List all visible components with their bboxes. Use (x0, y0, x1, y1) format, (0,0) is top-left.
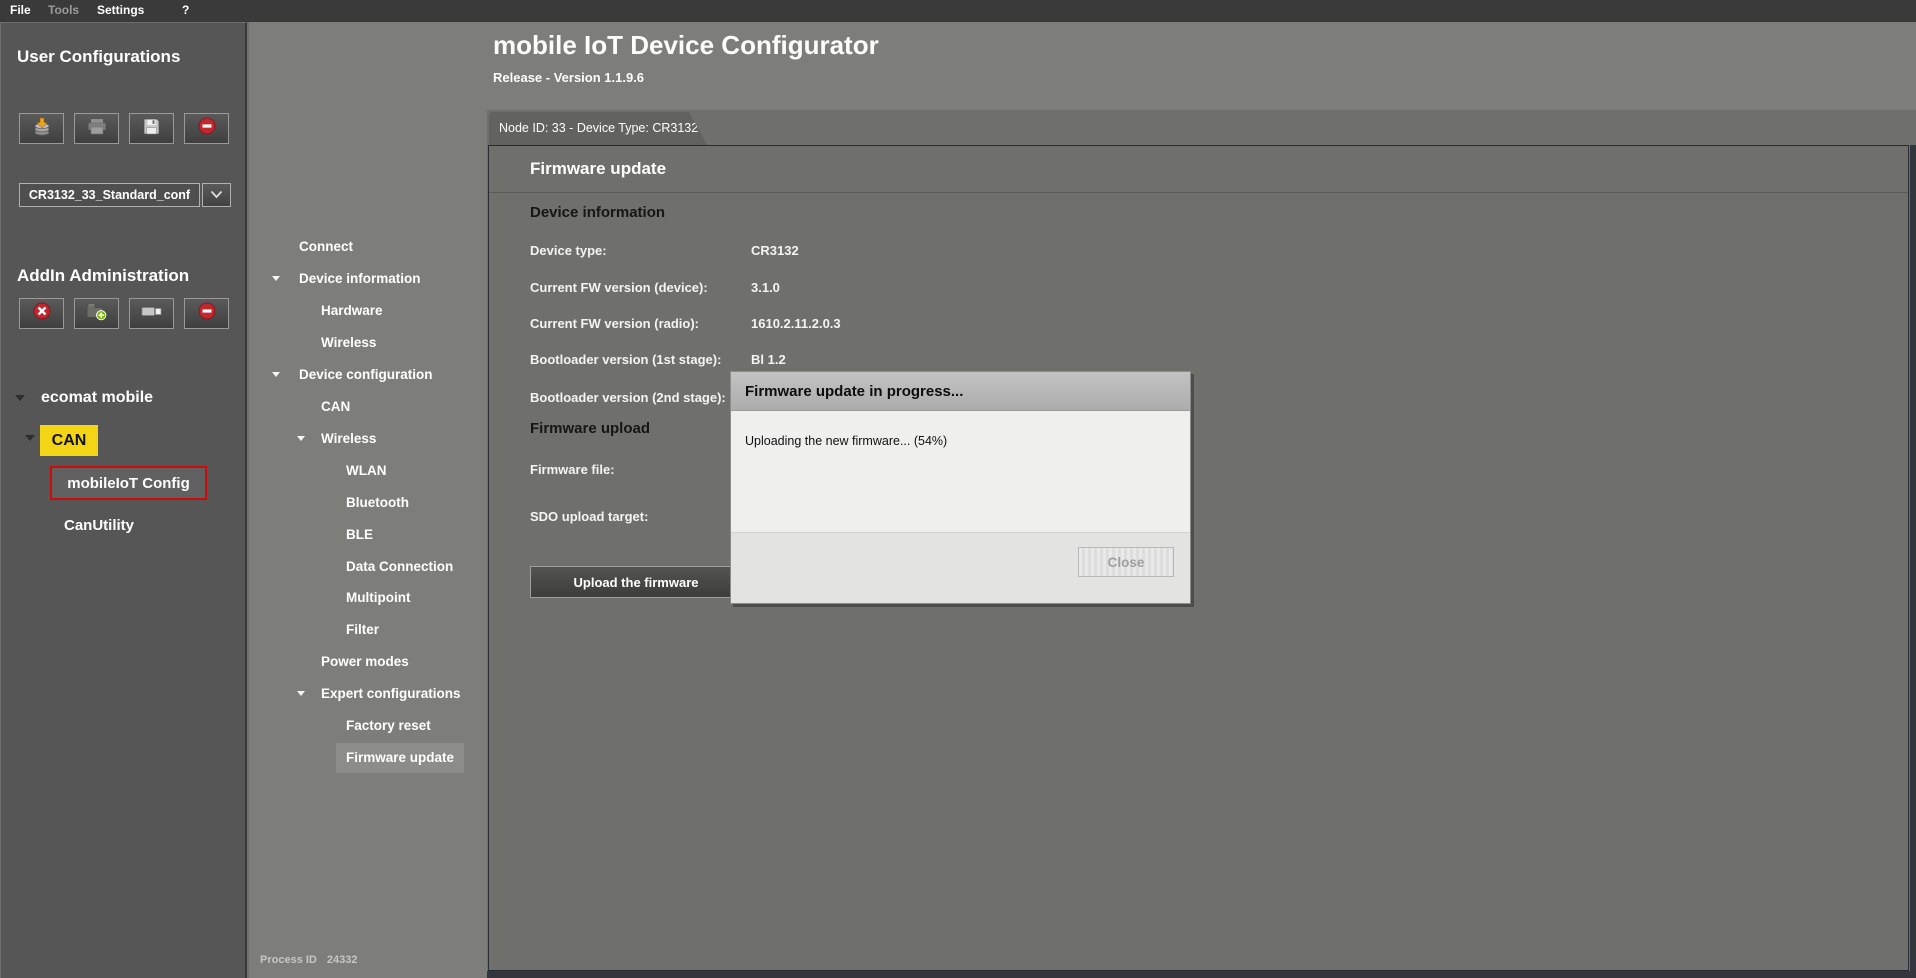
nav-item-connect[interactable]: Connect (299, 232, 353, 262)
navigation-panel: Connect Device information Hardware Wire… (249, 22, 487, 978)
main-header: mobile IoT Device Configurator Release -… (487, 22, 1916, 110)
nav-item-data-connection[interactable]: Data Connection (346, 552, 453, 582)
device-addin-button[interactable] (129, 298, 174, 329)
nav-item-ble[interactable]: BLE (346, 520, 373, 550)
upload-firmware-button[interactable]: Upload the firmware (530, 566, 742, 598)
window-edge-right (1910, 145, 1916, 978)
import-config-button[interactable] (19, 113, 64, 144)
print-config-button[interactable] (74, 113, 119, 144)
remove-config-button[interactable] (184, 113, 229, 144)
device-information-title: Device information (530, 204, 665, 221)
nav-item-factory-reset[interactable]: Factory reset (346, 711, 431, 741)
sidebar: User Configurations (0, 22, 247, 978)
user-configurations-title: User Configurations (17, 47, 180, 67)
process-id: Process ID 24332 (260, 954, 367, 966)
content-panel: Firmware update Device information Devic… (488, 145, 1909, 971)
chevron-down-icon (210, 186, 223, 204)
tree-item-ecomat-mobile[interactable]: ecomat mobile (41, 389, 153, 407)
fw-version-radio-value: 1610.2.11.2.0.3 (751, 316, 841, 331)
nav-item-filter[interactable]: Filter (346, 615, 379, 645)
tree-expander-ecomat-icon[interactable] (15, 395, 25, 401)
device-type-value: CR3132 (751, 243, 799, 258)
dialog-title: Firmware update in progress... (731, 372, 1190, 411)
bootloader-1st-label: Bootloader version (1st stage): (530, 352, 721, 367)
process-id-value: 24332 (327, 954, 358, 966)
nav-item-bluetooth[interactable]: Bluetooth (346, 488, 409, 518)
sdo-upload-target-label: SDO upload target: (530, 509, 648, 524)
nav-item-hardware[interactable]: Hardware (321, 296, 383, 326)
tab-node-device[interactable]: Node ID: 33 - Device Type: CR3132 (489, 112, 707, 145)
process-id-label: Process ID (260, 954, 317, 966)
print-config-icon (87, 118, 107, 140)
app-version: Release - Version 1.1.9.6 (493, 70, 644, 85)
nav-item-device-information[interactable]: Device information (299, 264, 421, 294)
dialog-footer: Close (731, 532, 1190, 603)
nav-item-multipoint[interactable]: Multipoint (346, 583, 410, 613)
add-addin-button[interactable] (74, 298, 119, 329)
nav-item-expert-configurations[interactable]: Expert configurations (321, 679, 461, 709)
fw-version-device-label: Current FW version (device): (530, 280, 708, 295)
bootloader-2nd-label: Bootloader version (2nd stage): (530, 390, 726, 405)
window-edge-bottom (487, 971, 1916, 978)
tree-item-can[interactable]: CAN (40, 425, 98, 456)
config-select-dropdown-button[interactable] (202, 183, 231, 207)
add-addin-icon (86, 302, 107, 326)
remove-addin-icon (198, 302, 216, 325)
nav-expander-expert-configurations-icon[interactable] (297, 691, 305, 696)
app-title: mobile IoT Device Configurator (493, 30, 879, 61)
menu-file[interactable]: File (10, 3, 31, 17)
import-config-icon (32, 117, 52, 141)
tree-item-canutility[interactable]: CanUtility (64, 517, 134, 534)
menu-help[interactable]: ? (182, 3, 189, 17)
bootloader-1st-value: Bl 1.2 (751, 352, 786, 367)
tree-item-mobileiot-config[interactable]: mobileIoT Config (50, 466, 207, 500)
menu-tools[interactable]: Tools (48, 3, 79, 17)
nav-item-power-modes[interactable]: Power modes (321, 647, 409, 677)
fw-version-radio-label: Current FW version (radio): (530, 316, 699, 331)
content-heading-band: Firmware update (489, 146, 1908, 193)
config-select[interactable]: CR3132_33_Standard_conf (19, 183, 200, 207)
firmware-upload-title: Firmware upload (530, 420, 650, 437)
page-title: Firmware update (530, 159, 666, 179)
device-addin-icon (141, 305, 162, 323)
nav-item-firmware-update[interactable]: Firmware update (336, 743, 464, 773)
nav-expander-wireless-icon[interactable] (297, 436, 305, 441)
delete-addin-icon (33, 302, 51, 325)
addin-administration-title: AddIn Administration (17, 266, 189, 286)
nav-item-can[interactable]: CAN (321, 392, 350, 422)
firmware-file-label: Firmware file: (530, 462, 615, 477)
nav-item-wireless-info[interactable]: Wireless (321, 328, 376, 358)
tree-expander-can-icon[interactable] (25, 435, 35, 441)
remove-addin-button[interactable] (184, 298, 229, 329)
tab-strip: Node ID: 33 - Device Type: CR3132 (487, 110, 1916, 145)
nav-item-wlan[interactable]: WLAN (346, 456, 387, 486)
nav-item-device-configuration[interactable]: Device configuration (299, 360, 433, 390)
save-config-icon (143, 118, 160, 140)
fw-version-device-value: 3.1.0 (751, 280, 780, 295)
nav-expander-device-information-icon[interactable] (272, 276, 280, 281)
close-button[interactable]: Close (1078, 547, 1174, 577)
nav-item-wireless-config[interactable]: Wireless (321, 424, 376, 454)
nav-expander-device-configuration-icon[interactable] (272, 372, 280, 377)
menu-settings[interactable]: Settings (97, 3, 144, 17)
remove-config-icon (198, 117, 216, 140)
dialog-progress-message: Uploading the new firmware... (54%) (745, 434, 947, 448)
firmware-progress-dialog: Firmware update in progress... Uploading… (730, 371, 1191, 604)
menu-bar: File Tools Settings ? (0, 0, 1916, 22)
delete-addin-button[interactable] (19, 298, 64, 329)
device-type-label: Device type: (530, 243, 607, 258)
save-config-button[interactable] (129, 113, 174, 144)
